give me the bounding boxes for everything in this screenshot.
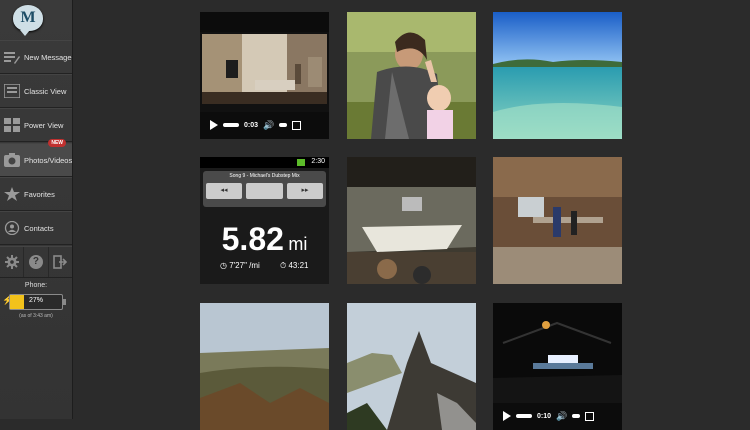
sidebar-item-photos-videos[interactable]: Photos/Videos NEW [0,139,73,177]
status-time: 2:30 [311,158,325,165]
media-tile-video-2[interactable]: 0:10 🔊 [493,303,622,430]
media-tile-photo-6[interactable] [493,157,622,284]
song-title: Song 9 - Michael's Dubstep Mix [229,173,300,179]
progress-track[interactable] [223,123,239,127]
music-panel: Song 9 - Michael's Dubstep Mix ◂◂ ▸▸ [203,171,326,207]
battery-timestamp: (as of 3:43 am) [19,313,53,319]
pace-readout: ◷ 7'27" /mi [220,261,260,270]
mother-baby-photo [347,12,476,139]
camera-icon [4,153,20,167]
distance-unit: mi [288,234,308,254]
media-tile-app-screenshot[interactable]: 2:30 Song 9 - Michael's Dubstep Mix ◂◂ ▸… [200,157,329,284]
media-tile-photo-3[interactable] [493,12,622,139]
pace-value: 7'27" /mi [229,261,260,270]
sidebar-item-label: Favorites [24,189,55,199]
fullscreen-icon[interactable] [292,120,302,130]
battery-percent: 27% [28,297,43,304]
video-controls: 0:03 🔊 [204,117,325,133]
progress-track[interactable] [516,414,532,418]
volume-icon[interactable]: 🔊 [263,120,274,131]
media-tile-video-1[interactable]: 0:03 🔊 [200,12,329,139]
sidebar-item-favorites[interactable]: Favorites [0,177,72,211]
landscape-photo [200,303,329,430]
distance-value: 5.82 [221,221,284,257]
logo-letter: M [20,9,36,26]
new-badge: NEW [48,139,66,147]
sidebar-item-power-view[interactable]: Power View [0,108,72,142]
play-icon[interactable] [503,411,511,421]
duration-value: 43:21 [288,261,309,270]
sidebar-item-classic-view[interactable]: Classic View [0,74,72,108]
sidebar-item-new-message[interactable]: New Message [0,40,72,74]
contacts-icon [4,221,20,235]
logout-icon [53,255,68,269]
status-bar: 2:30 [200,157,329,168]
sidebar-item-label: Contacts [24,223,54,233]
sidebar-item-label: New Message [24,52,72,62]
rock-formation-photo [347,303,476,430]
arena-photo [347,157,476,284]
room-video-thumbnail [200,32,329,112]
media-tile-photo-5[interactable] [347,157,476,284]
video-time: 0:03 [244,121,259,129]
power-view-icon [4,118,20,132]
fullscreen-icon[interactable] [585,411,595,421]
video-controls: 0:10 🔊 [497,408,618,424]
phone-status: Phone: ⚡ 27% (as of 3:43 am) [0,282,72,319]
help-glyph: ? [32,256,40,267]
media-tile-photo-8[interactable] [347,303,476,430]
logo[interactable]: M [13,5,43,36]
play-icon[interactable] [210,120,218,130]
next-track-button[interactable]: ▸▸ [287,183,323,199]
play-pause-button[interactable] [246,183,283,199]
signal-icon [297,159,305,166]
volume-icon[interactable]: 🔊 [556,411,567,422]
compose-icon [4,52,20,64]
beach-photo [493,12,622,139]
help-icon: ? [28,255,43,269]
battery-indicator: 27% [9,294,66,310]
sidebar-item-label: Photos/Videos [24,155,73,165]
media-tile-photo-2[interactable] [347,12,476,139]
distance-readout: 5.82 mi [200,221,329,258]
gear-icon [4,255,19,269]
video-time: 0:10 [537,412,552,420]
phone-title: Phone: [24,282,48,289]
office-photo [493,157,622,284]
toolbar: ? [0,246,72,278]
prev-track-button[interactable]: ◂◂ [206,183,242,199]
classic-view-icon [4,84,20,98]
star-icon [4,187,20,201]
sidebar-item-label: Power View [24,120,64,130]
volume-slider[interactable] [572,414,581,418]
help-button[interactable]: ? [24,247,49,277]
sidebar-item-contacts[interactable]: Contacts [0,211,72,245]
sidebar: M New Message Classic View Power View Ph… [0,0,73,419]
settings-button[interactable] [0,247,25,277]
volume-slider[interactable] [279,123,288,127]
concert-video-thumbnail [493,303,622,403]
sidebar-item-label: Classic View [24,86,67,96]
logout-button[interactable] [49,247,72,277]
duration-readout: ⏱ 43:21 [280,261,309,270]
media-tile-photo-7[interactable] [200,303,329,430]
